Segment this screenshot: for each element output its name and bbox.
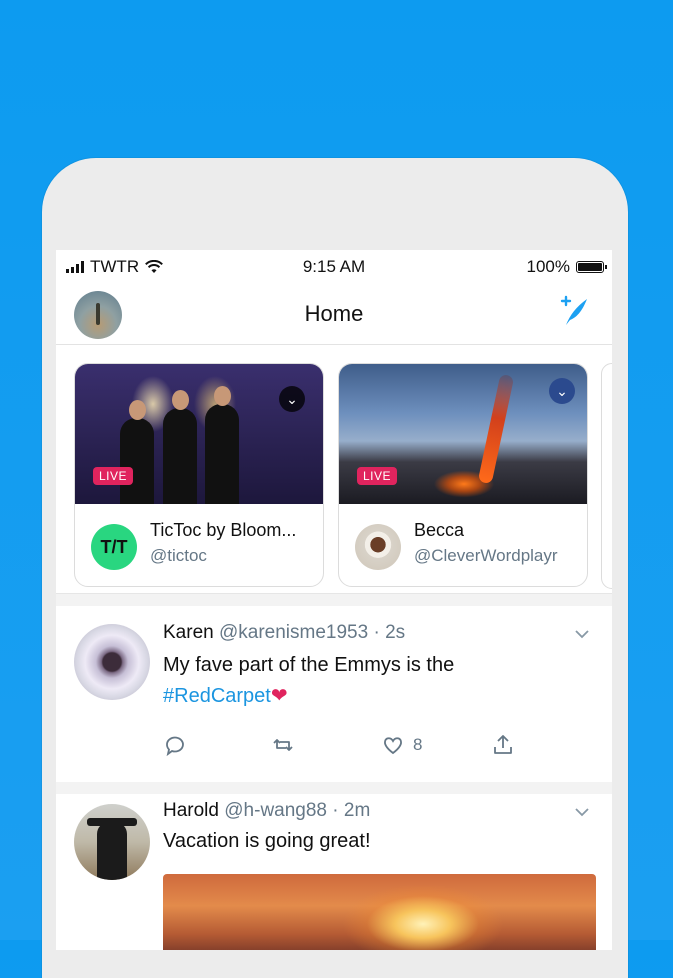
live-story-card[interactable]: LIVE ⌄ Becca @CleverWordplayr [338,363,588,587]
compose-tweet-icon[interactable] [556,295,590,329]
live-story-thumbnail: LIVE ⌄ [75,364,323,504]
battery-icon [576,261,607,273]
tweet-photo[interactable] [163,874,596,950]
next-story-card[interactable] [601,363,612,589]
tweet-actions: 8 [163,733,583,761]
tweet[interactable]: Karen @karenisme1953 · 2s My fave part o… [56,606,612,782]
like-count: 8 [413,735,423,754]
live-story-thumbnail: LIVE ⌄ [339,364,587,504]
chevron-down-icon[interactable] [574,626,590,642]
tweet-author-name[interactable]: Harold [163,800,219,821]
tweet-text: My fave part of the Emmys is the #RedCar… [163,650,583,712]
becca-avatar [355,524,401,570]
retweet-icon[interactable] [271,733,295,757]
tweet[interactable]: Harold @h-wang88 · 2m Vacation is going … [56,794,612,950]
status-bar: TWTR 9:15 AM 100% [56,250,612,286]
live-badge: LIVE [93,467,134,485]
heart-icon [384,737,402,755]
live-stories-carousel: LIVE ⌄ T/T TicToc by Bloom... @tictoc LI… [56,345,612,594]
tweet-text: Vacation is going great! [163,830,371,852]
top-nav-bar: Home [56,286,612,345]
tweet-author-handle[interactable]: @karenisme1953 [219,622,368,643]
live-story-card[interactable]: LIVE ⌄ T/T TicToc by Bloom... @tictoc [74,363,324,587]
chevron-down-icon[interactable]: ⌄ [279,386,305,412]
hashtag-link[interactable]: #RedCarpet [163,685,271,707]
tweet-header: Harold @h-wang88 · 2m [163,800,370,822]
like-button[interactable]: 8 [381,733,422,757]
heart-emoji: ❤ [270,685,288,707]
app-screen: TWTR 9:15 AM 100% Home LIVE ⌄ T/T TicToc… [56,250,612,950]
tictoc-avatar: T/T [91,524,137,570]
story-author-handle: @CleverWordplayr [414,546,558,565]
reply-icon[interactable] [163,733,187,757]
tweet-header: Karen @karenisme1953 · 2s [163,622,405,644]
tweet-time: · 2s [373,622,406,643]
live-story-meta: T/T TicToc by Bloom... @tictoc [75,504,323,586]
tweet-author-name[interactable]: Karen [163,622,214,643]
chevron-down-icon[interactable] [574,804,590,820]
share-icon[interactable] [491,733,515,757]
tweet-author-avatar[interactable] [74,624,150,700]
tweet-author-handle[interactable]: @h-wang88 [224,800,327,821]
story-author-name: TicToc by Bloom... [150,520,297,540]
tweet-time: · 2m [332,800,371,821]
page-title: Home [304,301,364,326]
battery-group: 100% [526,257,607,277]
story-author-name: Becca [414,520,465,540]
tweet-author-avatar[interactable] [74,804,150,880]
battery-percent: 100% [526,257,570,276]
story-author-handle: @tictoc [150,546,207,565]
tweet-body: My fave part of the Emmys is the [163,654,455,676]
live-badge: LIVE [357,467,398,485]
live-story-meta: Becca @CleverWordplayr [339,504,587,586]
chevron-down-icon[interactable]: ⌄ [549,378,575,404]
